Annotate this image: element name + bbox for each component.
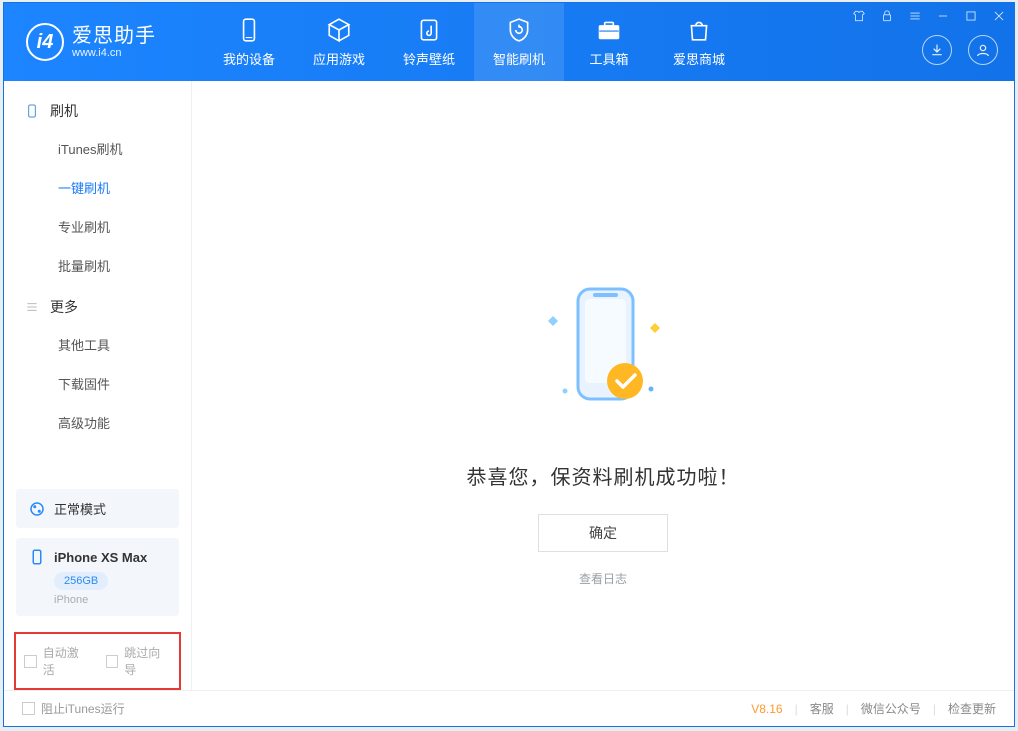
brand-subtitle: www.i4.cn [72,47,156,59]
checkbox-icon [24,655,37,668]
tab-my-device[interactable]: 我的设备 [204,3,294,81]
device-storage: 256GB [54,572,108,590]
tab-store[interactable]: 爱思商城 [654,3,744,81]
sidebar-group-title: 更多 [50,297,78,317]
shield-refresh-icon [506,17,532,43]
tab-toolbox[interactable]: 工具箱 [564,3,654,81]
checkbox-skip-guide[interactable]: 跳过向导 [106,644,172,678]
header: i4 爱思助手 www.i4.cn 我的设备 应用游戏 铃声壁纸 智能刷机 [4,3,1014,81]
tab-smart-flash[interactable]: 智能刷机 [474,3,564,81]
sidebar-bottom: 正常模式 iPhone XS Max 256GB iPhone [4,479,191,632]
sidebar-item-pro-flash[interactable]: 专业刷机 [4,207,191,246]
tab-label: 应用游戏 [313,49,365,68]
brand-title: 爱思助手 [72,25,156,47]
tab-apps-games[interactable]: 应用游戏 [294,3,384,81]
toolbox-icon [596,17,622,43]
footer: 阻止iTunes运行 V8.16 | 客服 | 微信公众号 | 检查更新 [4,690,1014,726]
tab-label: 铃声壁纸 [403,49,455,68]
menu-icon[interactable] [906,7,924,25]
close-icon[interactable] [990,7,1008,25]
sidebar-group-flash: 刷机 [4,89,191,129]
sidebar-item-batch-flash[interactable]: 批量刷机 [4,246,191,285]
phone-icon [236,17,262,43]
tshirt-icon[interactable] [850,7,868,25]
cube-icon [326,17,352,43]
header-round-actions [922,35,998,65]
footer-right: V8.16 | 客服 | 微信公众号 | 检查更新 [751,700,996,717]
separator: | [795,702,798,716]
minimize-icon[interactable] [934,7,952,25]
checkbox-icon [22,702,35,715]
device-icon [24,103,40,119]
tab-label: 爱思商城 [673,49,725,68]
body: 刷机 iTunes刷机 一键刷机 专业刷机 批量刷机 更多 其他工具 下载固件 … [4,81,1014,690]
checkbox-icon [106,655,119,668]
tab-label: 我的设备 [223,49,275,68]
version-label: V8.16 [751,702,782,716]
checkbox-label: 阻止iTunes运行 [41,700,125,717]
footer-link-wechat[interactable]: 微信公众号 [861,700,921,717]
tab-label: 智能刷机 [493,49,545,68]
phone-small-icon [28,548,46,566]
app-window: i4 爱思助手 www.i4.cn 我的设备 应用游戏 铃声壁纸 智能刷机 [3,2,1015,727]
music-file-icon [416,17,442,43]
main-content: 恭喜您，保资料刷机成功啦！ 确定 查看日志 [192,81,1014,690]
profile-button[interactable] [968,35,998,65]
checkbox-block-itunes[interactable]: 阻止iTunes运行 [22,700,125,717]
sidebar-item-other-tools[interactable]: 其他工具 [4,325,191,364]
nav-tabs: 我的设备 应用游戏 铃声壁纸 智能刷机 工具箱 爱思商城 [204,3,744,81]
window-controls [850,7,1008,25]
sidebar: 刷机 iTunes刷机 一键刷机 专业刷机 批量刷机 更多 其他工具 下载固件 … [4,81,192,690]
brand-logo-icon: i4 [26,23,64,61]
device-type: iPhone [54,594,167,606]
sidebar-item-advanced[interactable]: 高级功能 [4,403,191,442]
maximize-icon[interactable] [962,7,980,25]
tab-label: 工具箱 [589,49,628,68]
footer-link-support[interactable]: 客服 [810,700,834,717]
sidebar-item-itunes-flash[interactable]: iTunes刷机 [4,129,191,168]
checkbox-label: 跳过向导 [124,644,171,678]
lock-icon[interactable] [878,7,896,25]
success-message: 恭喜您，保资料刷机成功啦！ [467,461,740,490]
ok-button[interactable]: 确定 [538,514,668,552]
brand: i4 爱思助手 www.i4.cn [4,3,204,81]
checkbox-auto-activate[interactable]: 自动激活 [24,644,90,678]
separator: | [933,702,936,716]
device-card[interactable]: iPhone XS Max 256GB iPhone [16,538,179,616]
sidebar-group-title: 刷机 [50,101,78,121]
bag-icon [686,17,712,43]
sidebar-item-download-firmware[interactable]: 下载固件 [4,364,191,403]
sidebar-group-more: 更多 [4,285,191,325]
list-icon [24,299,40,315]
download-button[interactable] [922,35,952,65]
success-illustration [523,261,683,441]
tab-ringtones-wallpapers[interactable]: 铃声壁纸 [384,3,474,81]
device-name: iPhone XS Max [54,550,147,565]
mode-card[interactable]: 正常模式 [16,489,179,528]
brand-text: 爱思助手 www.i4.cn [72,25,156,59]
options-highlight-box: 自动激活 跳过向导 [14,632,181,690]
mode-icon [28,500,46,518]
footer-link-update[interactable]: 检查更新 [948,700,996,717]
mode-label: 正常模式 [54,499,106,518]
separator: | [846,702,849,716]
sidebar-item-oneclick-flash[interactable]: 一键刷机 [4,168,191,207]
footer-left: 阻止iTunes运行 [22,700,125,717]
sidebar-scroll: 刷机 iTunes刷机 一键刷机 专业刷机 批量刷机 更多 其他工具 下载固件 … [4,81,191,479]
view-log-link[interactable]: 查看日志 [579,570,627,587]
checkbox-label: 自动激活 [43,644,90,678]
